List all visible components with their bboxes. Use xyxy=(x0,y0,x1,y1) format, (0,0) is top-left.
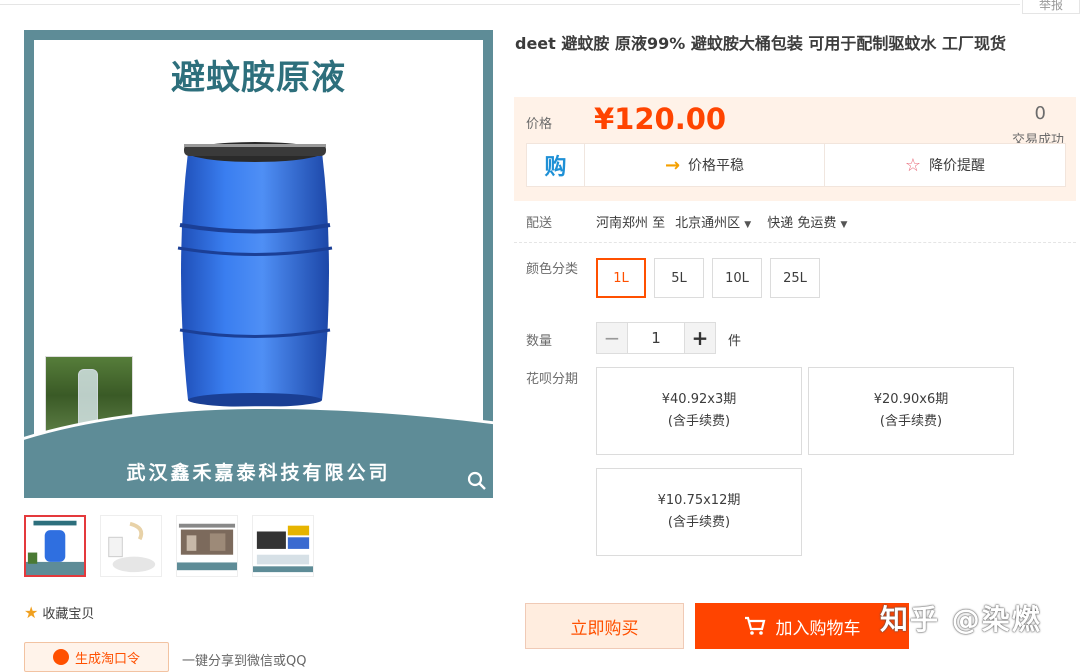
gou-icon[interactable]: 购 xyxy=(527,144,585,186)
price-value: ¥120.00 xyxy=(594,102,727,136)
installment-fee: (含手续费) xyxy=(667,515,731,530)
generate-code-button[interactable]: 生成淘口令 xyxy=(24,642,169,672)
report-link[interactable]: 举报 xyxy=(1022,0,1080,14)
price-panel: 价格 ¥120.00 0 交易成功 购 → 价格平稳 ☆ 降价提醒 xyxy=(514,97,1076,201)
thumbnail-3[interactable] xyxy=(176,515,238,577)
quantity-stepper: − 1 + xyxy=(596,322,716,354)
thumbnail-1[interactable] xyxy=(24,515,86,577)
quantity-input[interactable]: 1 xyxy=(628,322,684,354)
installment-fee: (含手续费) xyxy=(879,414,943,429)
installment-amount: ¥40.92x3期 xyxy=(661,392,737,407)
cart-icon xyxy=(744,616,765,635)
product-title: deet 避蚊胺 原液99% 避蚊胺大桶包装 可用于配制驱蚊水 工厂现货 xyxy=(515,34,1006,53)
generate-label: 生成淘口令 xyxy=(74,651,140,667)
installment-amount: ¥20.90x6期 xyxy=(873,392,949,407)
option-1l[interactable]: 1L xyxy=(596,258,646,298)
price-stable-label: 价格平稳 xyxy=(688,158,745,174)
quantity-minus-button[interactable]: − xyxy=(596,322,628,354)
installment-label: 花呗分期 xyxy=(526,372,579,387)
price-alert-button[interactable]: ☆ 降价提醒 xyxy=(825,144,1065,186)
caret-down-icon: ▼ xyxy=(744,220,752,230)
installment-plan-6[interactable]: ¥20.90x6期 (含手续费) xyxy=(808,367,1014,455)
delivery-destination-select[interactable]: 北京通州区 ▼ xyxy=(675,212,751,231)
quantity-plus-button[interactable]: + xyxy=(684,322,716,354)
zoom-icon[interactable] xyxy=(466,470,488,492)
color-label: 颜色分类 xyxy=(526,262,579,277)
image-title-text: 避蚊胺原液 xyxy=(171,58,346,98)
sold-count: 0 xyxy=(1034,103,1046,124)
share-link[interactable]: 一键分享到微信或QQ xyxy=(182,650,306,669)
installment-plan-12[interactable]: ¥10.75x12期 (含手续费) xyxy=(596,468,802,556)
section-divider xyxy=(514,242,1076,243)
main-product-image[interactable]: 避蚊胺原液 武汉鑫禾嘉泰科技有限公司 xyxy=(24,30,493,498)
delivery-row: 河南郑州 至 北京通州区 ▼ 快递 免运费 ▼ xyxy=(596,212,847,231)
promo-bar: 购 → 价格平稳 ☆ 降价提醒 xyxy=(526,143,1066,187)
option-25l[interactable]: 25L xyxy=(770,258,820,298)
installment-amount: ¥10.75x12期 xyxy=(657,493,741,508)
buy-now-button[interactable]: 立即购买 xyxy=(525,603,684,649)
delivery-method: 快递 免运费 xyxy=(767,216,837,231)
quantity-unit: 件 xyxy=(728,334,742,349)
delivery-to: 北京通州区 xyxy=(675,216,741,231)
thumbnail-strip xyxy=(24,515,314,577)
taobao-icon xyxy=(52,649,69,665)
favorite-item[interactable]: ★ 收藏宝贝 xyxy=(24,603,94,622)
watermark-text: 知乎 @染燃 xyxy=(880,603,1042,636)
quantity-label: 数量 xyxy=(526,334,553,349)
option-5l[interactable]: 5L xyxy=(654,258,704,298)
color-options: 1L 5L 10L 25L xyxy=(596,258,820,298)
price-label: 价格 xyxy=(526,117,553,132)
option-10l[interactable]: 10L xyxy=(712,258,762,298)
delivery-from: 河南郑州 至 xyxy=(596,216,666,231)
add-to-cart-label: 加入购物车 xyxy=(775,618,861,639)
favorite-label: 收藏宝贝 xyxy=(42,607,95,622)
heart-icon: ☆ xyxy=(904,154,922,176)
caret-down-icon: ▼ xyxy=(840,220,848,230)
installment-plan-3[interactable]: ¥40.92x3期 (含手续费) xyxy=(596,367,802,455)
delivery-label: 配送 xyxy=(526,216,553,231)
price-stable-item[interactable]: → 价格平稳 xyxy=(585,144,825,186)
thumbnail-2[interactable] xyxy=(100,515,162,577)
price-alert-label: 降价提醒 xyxy=(929,158,986,174)
star-icon: ★ xyxy=(24,603,39,622)
image-company-text: 武汉鑫禾嘉泰科技有限公司 xyxy=(126,462,391,484)
thumbnail-4[interactable] xyxy=(252,515,314,577)
barrel-image xyxy=(177,142,333,407)
add-to-cart-button[interactable]: 加入购物车 xyxy=(695,603,909,649)
arrow-right-icon: → xyxy=(664,154,681,176)
top-divider xyxy=(0,4,1020,5)
installment-fee: (含手续费) xyxy=(667,414,731,429)
delivery-method-select[interactable]: 快递 免运费 ▼ xyxy=(767,212,847,231)
